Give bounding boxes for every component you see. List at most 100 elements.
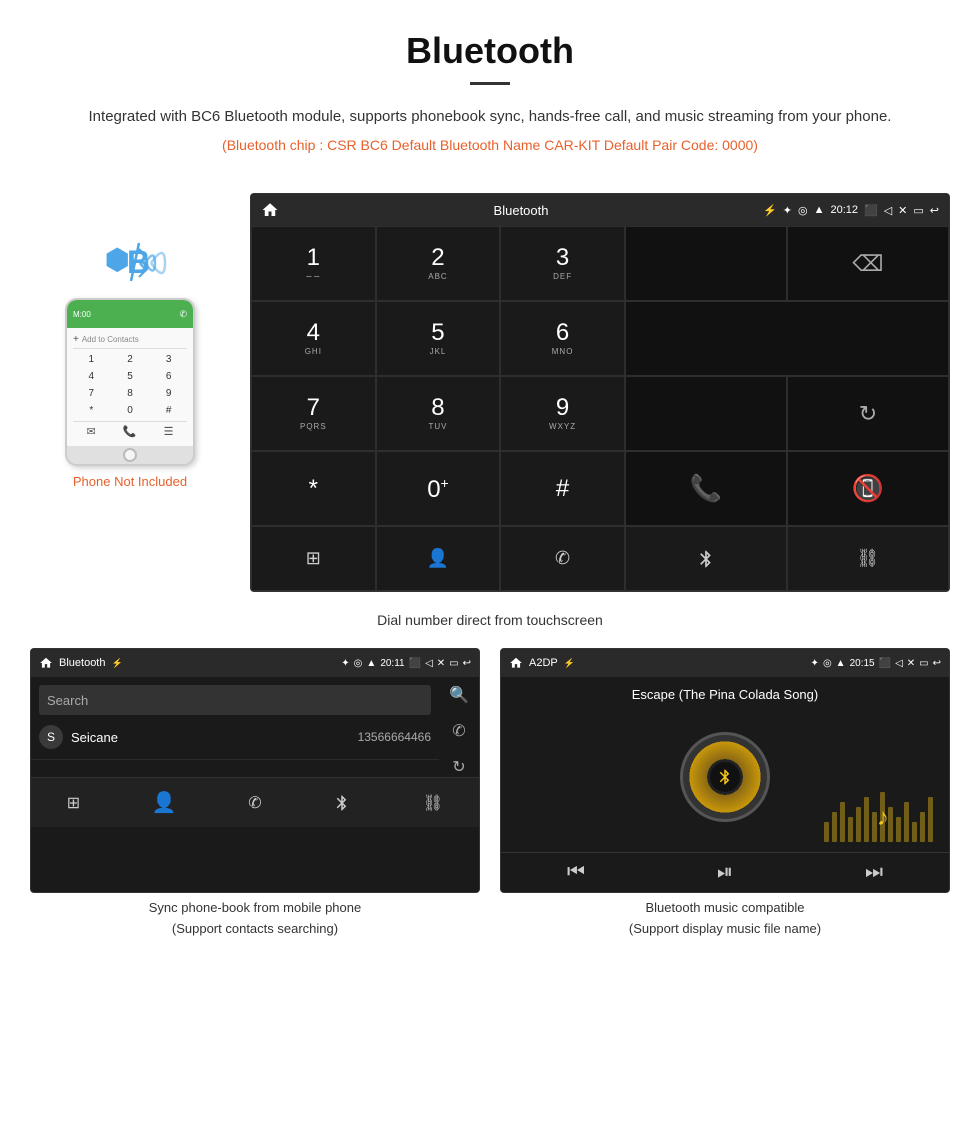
dial-key-3[interactable]: 3 DEF bbox=[500, 226, 625, 301]
dial-key-hash[interactable]: # bbox=[500, 451, 625, 526]
music-controls: ⏮ ⏯ ⏭ bbox=[501, 852, 949, 892]
bottom-phone-button[interactable]: ✆ bbox=[500, 526, 625, 591]
panel-captions-row: Sync phone-book from mobile phone(Suppor… bbox=[0, 893, 980, 940]
location-icon: ◎ bbox=[798, 204, 808, 217]
dial-key-7[interactable]: 7 PQRS bbox=[251, 376, 376, 451]
statusbar-right: ⚡ ✦ ◎ ▲ 20:12 ⬛ ◁ ✕ ▭ ↩ bbox=[763, 204, 939, 217]
phonebook-side-actions: 🔍 ✆ ↻ bbox=[439, 677, 479, 777]
pb-bottom-phone[interactable]: ✆ bbox=[248, 793, 261, 813]
contact-avatar: S bbox=[39, 725, 63, 749]
dial-key-4[interactable]: 4 GHI bbox=[251, 301, 376, 376]
phone-keypad: 1 2 3 4 5 6 7 8 9 * 0 # bbox=[73, 349, 187, 421]
refresh-icon: ↻ bbox=[859, 401, 877, 427]
phonebook-statusbar: Bluetooth ⚡ ✦ ◎ ▲ 20:11 ⬛ ◁ ✕ ▭ ↩ bbox=[31, 649, 479, 677]
music-home-icon[interactable] bbox=[509, 656, 523, 670]
main-content-area: ⬢ B M:00 bbox=[0, 193, 980, 592]
pb-time: 20:11 bbox=[380, 658, 404, 669]
phone-home-circle bbox=[123, 448, 137, 462]
dial-key-star[interactable]: * bbox=[251, 451, 376, 526]
music-time: 20:15 bbox=[850, 658, 875, 669]
music-caption: Bluetooth music compatible(Support displ… bbox=[500, 898, 950, 940]
dialpad-screen: Bluetooth ⚡ ✦ ◎ ▲ 20:12 ⬛ ◁ ✕ ▭ ↩ 1 ∽∽ bbox=[250, 193, 950, 592]
description-text: Integrated with BC6 Bluetooth module, su… bbox=[60, 105, 920, 129]
dialpad-statusbar: Bluetooth ⚡ ✦ ◎ ▲ 20:12 ⬛ ◁ ✕ ▭ ↩ bbox=[251, 194, 949, 226]
phonebook-content: Search S Seicane 13566664466 🔍 ✆ ↻ bbox=[31, 677, 479, 777]
phonebook-caption: Sync phone-book from mobile phone(Suppor… bbox=[30, 898, 480, 940]
back-icon[interactable]: ↩ bbox=[930, 204, 939, 217]
bottom-bt-button[interactable] bbox=[625, 526, 787, 591]
pb-bottom-person[interactable]: 👤 bbox=[152, 790, 177, 815]
pb-sync-icon[interactable]: ↻ bbox=[452, 757, 465, 777]
time-display: 20:12 bbox=[830, 204, 858, 216]
pb-phone-action-icon[interactable]: ✆ bbox=[452, 721, 465, 741]
phone-menu-icon: ☰ bbox=[164, 425, 174, 438]
music-statusbar-label: A2DP bbox=[529, 657, 558, 669]
phonebook-main: Search S Seicane 13566664466 bbox=[31, 677, 439, 777]
phone-body: Add to Contacts 1 2 3 4 5 6 7 8 9 * 0 # bbox=[67, 328, 193, 446]
pb-vol-icon: ◁ bbox=[425, 658, 433, 669]
bottom-grid-button[interactable]: ⊞ bbox=[251, 526, 376, 591]
usb-icon: ⚡ bbox=[763, 204, 777, 217]
music-body: Escape (The Pina Colada Song) ♪ bbox=[501, 677, 949, 842]
pb-bottom-link[interactable]: ⛓ bbox=[423, 793, 443, 813]
music-back-icon[interactable]: ↩ bbox=[933, 658, 941, 669]
header-section: Bluetooth Integrated with BC6 Bluetooth … bbox=[0, 0, 980, 193]
play-pause-button[interactable]: ⏯ bbox=[717, 861, 733, 884]
phone-mockup: M:00 ✆ Add to Contacts 1 2 3 4 5 6 7 8 9 bbox=[65, 298, 195, 466]
bottom-link-button[interactable]: ⛓ bbox=[787, 526, 949, 591]
bluetooth-status-icon: ✦ bbox=[783, 204, 792, 217]
statusbar-title: Bluetooth bbox=[494, 203, 549, 218]
phonebook-panel: Bluetooth ⚡ ✦ ◎ ▲ 20:11 ⬛ ◁ ✕ ▭ ↩ Search bbox=[30, 648, 480, 893]
phone-add-contacts: Add to Contacts bbox=[73, 332, 187, 349]
dial-key-5[interactable]: 5 JKL bbox=[376, 301, 501, 376]
phone-sidebar: ⬢ B M:00 bbox=[30, 193, 230, 592]
music-bt-icon: ✦ bbox=[811, 658, 819, 669]
music-win-icon: ▭ bbox=[919, 658, 928, 669]
bluetooth-icon bbox=[696, 549, 716, 569]
music-usb-icon: ⚡ bbox=[564, 658, 575, 669]
dial-key-0[interactable]: 0+ bbox=[376, 451, 501, 526]
dial-key-9[interactable]: 9 WXYZ bbox=[500, 376, 625, 451]
grid-icon: ⊞ bbox=[306, 548, 321, 569]
music-loc-icon: ◎ bbox=[823, 658, 832, 669]
phone-home-button[interactable] bbox=[67, 446, 193, 464]
contacts-icon: 👤 bbox=[427, 548, 449, 569]
music-art-area: ♪ bbox=[511, 712, 939, 842]
pb-search-icon[interactable]: 🔍 bbox=[449, 685, 469, 705]
end-call-button[interactable]: 📵 bbox=[787, 451, 949, 526]
pb-cam-icon: ⬛ bbox=[409, 658, 421, 669]
pb-home-icon[interactable] bbox=[39, 656, 53, 670]
music-statusbar-left: A2DP ⚡ bbox=[509, 656, 575, 670]
dial-key-6[interactable]: 6 MNO bbox=[500, 301, 625, 376]
pb-back-icon[interactable]: ↩ bbox=[463, 658, 471, 669]
pb-bottom-grid[interactable]: ⊞ bbox=[67, 793, 80, 813]
contact-row[interactable]: S Seicane 13566664466 bbox=[31, 715, 439, 760]
pb-bottom-bt[interactable] bbox=[333, 794, 351, 812]
signal-arcs bbox=[135, 238, 170, 288]
contact-number: 13566664466 bbox=[358, 730, 431, 744]
home-icon[interactable] bbox=[261, 201, 279, 219]
next-track-button[interactable]: ⏭ bbox=[865, 861, 883, 884]
phonebook-search-bar[interactable]: Search bbox=[39, 685, 431, 715]
window-icon: ▭ bbox=[913, 204, 923, 217]
redial-button[interactable]: ↻ bbox=[787, 376, 949, 451]
backspace-button[interactable]: ⌫ bbox=[787, 226, 949, 301]
search-placeholder: Search bbox=[47, 693, 88, 708]
title-divider bbox=[470, 82, 510, 85]
call-button[interactable]: 📞 bbox=[625, 451, 787, 526]
album-disc bbox=[680, 732, 770, 822]
phone-not-included-label: Phone Not Included bbox=[73, 474, 187, 489]
equalizer-visual bbox=[819, 762, 939, 842]
camera-icon: ⬛ bbox=[864, 204, 878, 217]
bottom-contacts-button[interactable]: 👤 bbox=[376, 526, 501, 591]
dial-key-2[interactable]: 2 ABC bbox=[376, 226, 501, 301]
music-x-icon: ✕ bbox=[907, 658, 915, 669]
dial-key-8[interactable]: 8 TUV bbox=[376, 376, 501, 451]
link-icon: ⛓ bbox=[857, 548, 880, 569]
pb-win-icon: ▭ bbox=[449, 658, 458, 669]
prev-track-button[interactable]: ⏮ bbox=[567, 861, 585, 884]
music-cam-icon: ⬛ bbox=[879, 658, 891, 669]
pb-statusbar-label: Bluetooth bbox=[59, 657, 105, 669]
dial-key-1[interactable]: 1 ∽∽ bbox=[251, 226, 376, 301]
pb-statusbar-left: Bluetooth ⚡ bbox=[39, 656, 123, 670]
